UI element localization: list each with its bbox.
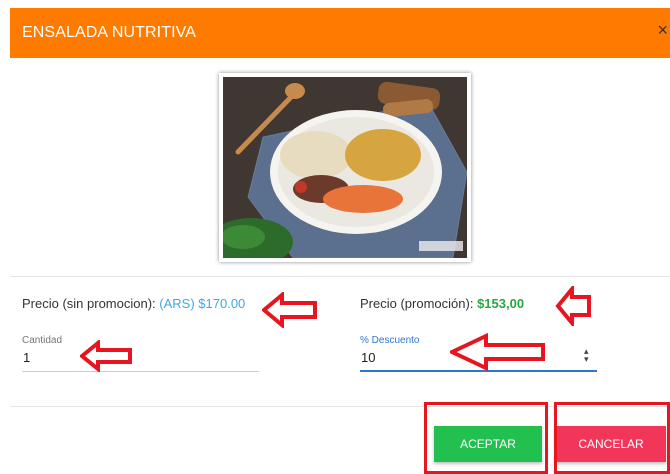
quantity-label: Cantidad (22, 335, 63, 346)
accept-highlight-box (424, 402, 548, 474)
quantity-underline (22, 371, 259, 372)
close-icon[interactable]: × (657, 21, 668, 39)
divider-top (10, 276, 670, 277)
dialog-header: ENSALADA NUTRITIVA × (10, 8, 670, 58)
quantity-input[interactable]: 1 (23, 350, 30, 365)
cancel-highlight-box (554, 402, 670, 474)
discount-spinner-icon[interactable]: ▴ ▾ (584, 347, 589, 364)
promo-price: Precio (promoción): $153,00 (360, 296, 524, 311)
discount-input[interactable]: 10 (361, 350, 375, 365)
red-arrow-icon (450, 333, 545, 371)
regular-price: Precio (sin promocion): (ARS) $170.00 (22, 296, 245, 311)
dialog-title: ENSALADA NUTRITIVA (22, 24, 196, 41)
red-arrow-icon (555, 286, 591, 326)
salad-photo (223, 77, 467, 258)
red-arrow-icon (262, 292, 317, 328)
promo-price-value: $153,00 (477, 296, 525, 311)
regular-price-label: Precio (sin promocion): (22, 296, 156, 311)
discount-label: % Descuento (360, 335, 420, 346)
red-arrow-icon (80, 340, 132, 372)
regular-price-value: (ARS) $170.00 (159, 296, 246, 311)
promo-price-label: Precio (promoción): (360, 296, 474, 311)
product-image (219, 73, 471, 262)
